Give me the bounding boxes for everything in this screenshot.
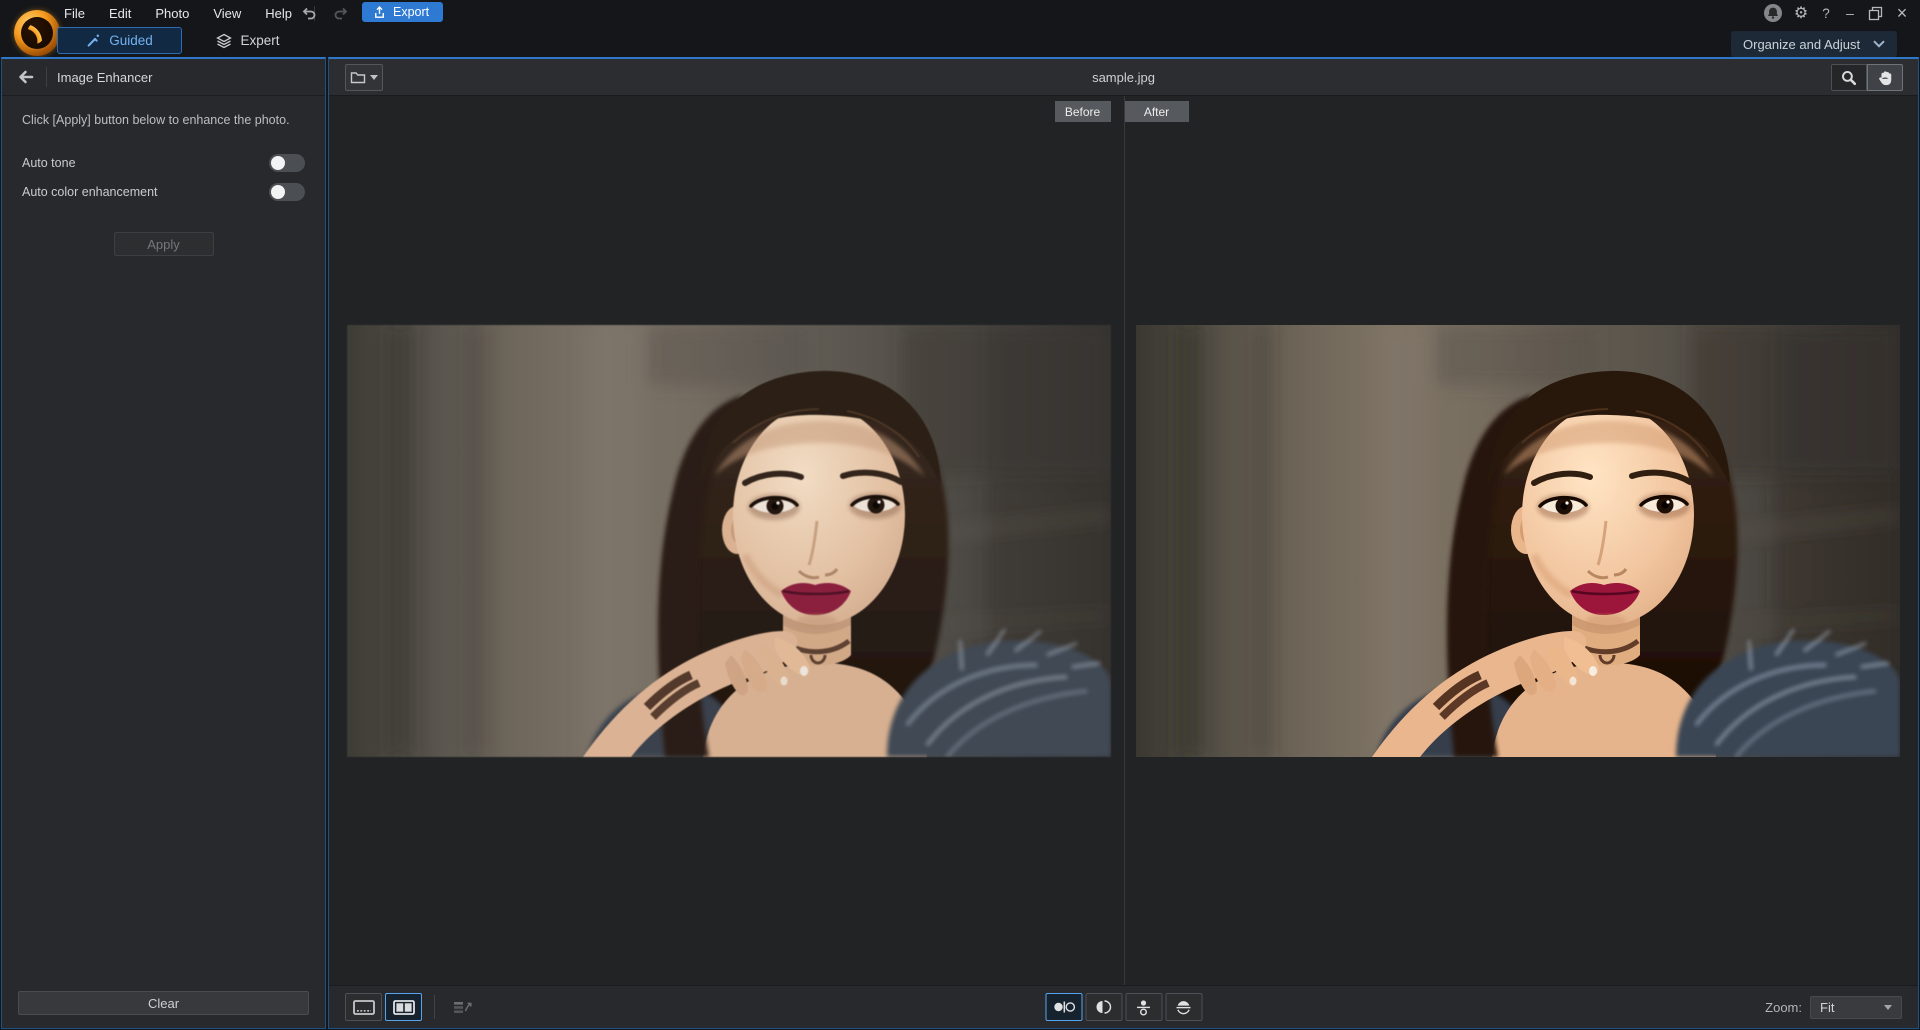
- help-icon: ?: [1822, 6, 1830, 21]
- app-logo: [14, 10, 60, 56]
- gear-icon: ⚙: [1794, 3, 1808, 23]
- pan-tool-button[interactable]: [1867, 64, 1903, 91]
- tab-expert-label: Expert: [240, 33, 279, 48]
- zoom-select[interactable]: Fit: [1810, 996, 1902, 1019]
- zoom-value: Fit: [1820, 1000, 1834, 1015]
- menu-edit[interactable]: Edit: [97, 6, 143, 21]
- split-left-right-icon: [1095, 999, 1113, 1015]
- auto-tone-label: Auto tone: [22, 156, 76, 170]
- magnifier-icon: [1840, 69, 1858, 87]
- before-label-text: Before: [1065, 105, 1100, 119]
- notifications-button[interactable]: [1762, 3, 1783, 23]
- help-button[interactable]: ?: [1816, 3, 1836, 23]
- tab-guided[interactable]: Guided: [57, 27, 182, 54]
- send-to-expert-button: [447, 993, 479, 1021]
- auto-tone-row: Auto tone: [22, 154, 305, 172]
- close-icon: ×: [1897, 3, 1908, 24]
- single-view-icon: [353, 999, 375, 1016]
- back-arrow-icon: [17, 69, 34, 85]
- header-divider: [46, 67, 47, 87]
- export-label: Export: [393, 5, 429, 19]
- layers-icon: [216, 33, 232, 49]
- view-mode-group: [345, 993, 479, 1021]
- split-left-right-button[interactable]: [1085, 993, 1122, 1021]
- toggle-knob: [271, 185, 285, 199]
- app-window: File Edit Photo View Help Export: [0, 0, 1920, 1030]
- sidebar-header: Image Enhancer: [2, 59, 325, 96]
- minimize-button[interactable]: –: [1839, 3, 1861, 23]
- workspace-switcher-label: Organize and Adjust: [1743, 37, 1860, 52]
- split-divider[interactable]: [1124, 96, 1125, 985]
- zoom-control: Zoom: Fit: [1765, 986, 1902, 1029]
- auto-color-row: Auto color enhancement: [22, 183, 305, 201]
- panel-title: Image Enhancer: [57, 70, 152, 85]
- undo-button[interactable]: [296, 3, 323, 23]
- tab-guided-label: Guided: [109, 33, 153, 48]
- auto-color-toggle[interactable]: [269, 183, 305, 201]
- over-under-button[interactable]: [1125, 993, 1162, 1021]
- undo-icon: [301, 5, 318, 22]
- compare-canvas: Before After: [329, 96, 1918, 985]
- menu-file[interactable]: File: [52, 6, 97, 21]
- split-top-bottom-button[interactable]: [1165, 993, 1202, 1021]
- restore-icon: [1868, 6, 1883, 21]
- after-label-text: After: [1144, 105, 1169, 119]
- toolbar-divider: [434, 995, 435, 1019]
- auto-color-label: Auto color enhancement: [22, 185, 158, 199]
- split-view-button[interactable]: [385, 993, 422, 1021]
- split-view-icon: [393, 999, 415, 1016]
- photo-after: [1136, 325, 1900, 757]
- apply-button[interactable]: Apply: [114, 232, 214, 256]
- back-button[interactable]: [10, 65, 40, 89]
- zoom-tool-button[interactable]: [1831, 64, 1867, 91]
- zoom-label: Zoom:: [1765, 1000, 1802, 1015]
- caret-down-icon: [1884, 1005, 1892, 1010]
- sidebar-spacer: [2, 256, 325, 991]
- after-label: After: [1125, 101, 1189, 122]
- hand-icon: [1877, 69, 1894, 86]
- instruction-text: Click [Apply] button below to enhance th…: [2, 96, 325, 127]
- photo-before: [347, 325, 1111, 757]
- menu-view[interactable]: View: [201, 6, 253, 21]
- bell-icon: [1763, 3, 1783, 23]
- chevron-down-icon: [1873, 40, 1885, 48]
- minimize-icon: –: [1846, 5, 1854, 21]
- compare-mode-group: [1045, 993, 1202, 1021]
- settings-button[interactable]: ⚙: [1790, 3, 1812, 23]
- close-button[interactable]: ×: [1890, 3, 1914, 23]
- side-by-side-icon: [1051, 999, 1076, 1015]
- redo-button[interactable]: [327, 3, 354, 23]
- export-button[interactable]: Export: [362, 2, 443, 22]
- split-top-bottom-icon: [1175, 999, 1193, 1015]
- layers-export-icon: [453, 999, 473, 1016]
- menu-photo[interactable]: Photo: [143, 6, 201, 21]
- wand-icon: [86, 33, 101, 48]
- export-icon: [372, 5, 387, 20]
- guided-sidebar: Image Enhancer Click [Apply] button belo…: [1, 57, 326, 1029]
- over-under-icon: [1136, 999, 1152, 1016]
- side-by-side-button[interactable]: [1045, 993, 1082, 1021]
- editor-toolbar: sample.jpg: [329, 59, 1918, 96]
- restore-button[interactable]: [1864, 3, 1886, 23]
- auto-tone-toggle[interactable]: [269, 154, 305, 172]
- title-bar: File Edit Photo View Help Export: [0, 0, 1920, 26]
- toggle-knob: [271, 156, 285, 170]
- editor-bottom-bar: Zoom: Fit: [329, 985, 1918, 1028]
- menu-bar: File Edit Photo View Help: [52, 0, 325, 26]
- before-label: Before: [1055, 101, 1111, 122]
- single-view-button[interactable]: [345, 993, 382, 1021]
- redo-icon: [332, 5, 349, 22]
- filename-label: sample.jpg: [329, 59, 1918, 96]
- workspace-switcher[interactable]: Organize and Adjust: [1731, 31, 1897, 57]
- clear-button[interactable]: Clear: [18, 991, 309, 1015]
- tab-expert[interactable]: Expert: [203, 27, 293, 54]
- editor-panel: sample.jpg Before After: [328, 57, 1919, 1029]
